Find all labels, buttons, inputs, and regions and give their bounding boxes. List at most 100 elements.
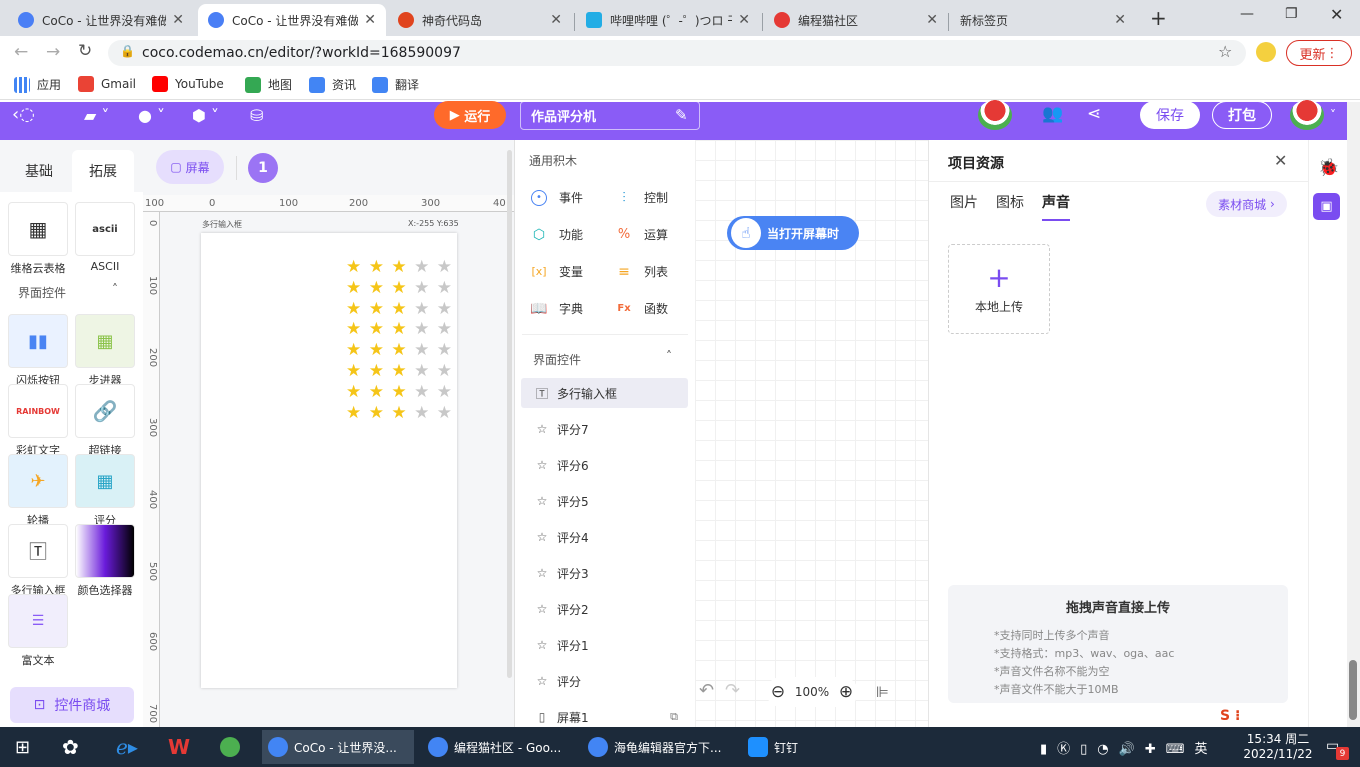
settings-menu-icon[interactable]: ⬢ ˅ [192, 106, 219, 125]
rating-widgets[interactable]: ★ ★ ★ ★ ★ ★ ★ ★ ★ ★ ★ ★ ★ ★ ★ ★ ★ ★ ★ ★ ★ ★ ★ ★ ★ ★ ★ ★ ★ ★ ★ ★ ★ ★ ★ ★ ★ ★ ★ ★ [346, 259, 452, 425]
collapse-chevron-icon[interactable]: ˄ [112, 282, 118, 296]
share-icon[interactable]: ⋖ [1087, 104, 1101, 124]
bookmark-youtube[interactable]: YouTube [152, 76, 224, 92]
layers-icon[interactable]: ⧉ [670, 710, 678, 724]
star-empty-icon[interactable]: ★ [414, 300, 429, 318]
tab-images[interactable]: 图片 [950, 192, 978, 212]
close-tab-icon[interactable]: ✕ [926, 12, 938, 28]
close-tab-icon[interactable]: ✕ [738, 12, 750, 28]
resource-library-icon[interactable]: ▣ [1313, 193, 1340, 220]
update-button[interactable]: 更新 ⋮ [1286, 40, 1352, 66]
star-filled-icon[interactable]: ★ [346, 404, 361, 422]
browser-tab-active[interactable]: CoCo - 让世界没有难做 ✕ [198, 4, 386, 36]
category-function[interactable]: ⬡ 功能 [531, 226, 583, 243]
widget-item[interactable]: ☆ 评分4 [521, 522, 688, 552]
star-empty-icon[interactable]: ★ [437, 362, 452, 380]
star-empty-icon[interactable]: ★ [414, 362, 429, 380]
star-empty-icon[interactable]: ★ [437, 383, 452, 401]
app-icon[interactable]: ✿ [62, 735, 79, 759]
star-filled-icon[interactable]: ★ [346, 342, 361, 359]
star-filled-icon[interactable]: ★ [391, 259, 406, 276]
user-avatar[interactable] [1290, 100, 1324, 130]
widget-item[interactable]: ☆ 评分 [521, 666, 688, 696]
zoom-in-icon[interactable]: ⊕ [839, 682, 853, 702]
component-carousel[interactable]: ✈ 轮播 [8, 454, 68, 528]
back-icon[interactable]: ← [14, 42, 28, 62]
star-empty-icon[interactable]: ★ [414, 321, 429, 338]
save-button[interactable]: 保存 [1140, 101, 1200, 129]
close-tab-icon[interactable]: ✕ [364, 12, 376, 28]
star-empty-icon[interactable]: ★ [414, 404, 429, 422]
restore-icon[interactable]: ❐ [1285, 6, 1298, 22]
collapse-chevron-icon[interactable]: ˄ [666, 349, 672, 363]
align-blocks-icon[interactable]: ⊫ [876, 683, 889, 701]
component-stepper[interactable]: ▦ 步进器 [75, 314, 135, 388]
tab-sounds[interactable]: 声音 [1042, 192, 1070, 221]
bookmark-gmail[interactable]: Gmail [78, 76, 136, 92]
collaborator-avatar[interactable] [978, 100, 1012, 130]
zoom-out-icon[interactable]: ⊖ [771, 682, 785, 702]
collaborate-icon[interactable]: 👥 [1042, 104, 1063, 124]
edit-name-icon[interactable]: ✎ [675, 106, 688, 124]
work-name-field[interactable]: 作品评分机 [520, 101, 700, 130]
star-filled-icon[interactable]: ★ [391, 279, 406, 297]
star-filled-icon[interactable]: ★ [346, 362, 361, 380]
widget-item[interactable]: ☆ 评分6 [521, 450, 688, 480]
reload-icon[interactable]: ↻ [78, 41, 92, 61]
browser-tab[interactable]: CoCo - 让世界没有难做 ✕ [8, 4, 194, 36]
category-control[interactable]: ⫶ 控制 [616, 189, 668, 206]
star-filled-icon[interactable]: ★ [346, 300, 361, 318]
taskbar-item-turtle[interactable]: 海龟编辑器官方下... [582, 730, 734, 764]
coco-logo-icon[interactable]: ‹◌ [12, 104, 35, 125]
star-filled-icon[interactable]: ★ [391, 300, 406, 318]
star-filled-icon[interactable]: ★ [369, 321, 384, 338]
rating-row[interactable]: ★ ★ ★ ★ ★ [346, 342, 452, 359]
star-filled-icon[interactable]: ★ [369, 259, 384, 276]
url-bar[interactable]: coco.codemao.cn/editor/?workId=168590097 [108, 40, 1246, 66]
star-filled-icon[interactable]: ★ [346, 383, 361, 401]
component-ascii[interactable]: ascii ASCII [75, 202, 135, 273]
star-filled-icon[interactable]: ★ [391, 404, 406, 422]
star-filled-icon[interactable]: ★ [391, 383, 406, 401]
browser-tab[interactable]: 编程猫社区 ✕ [764, 4, 948, 36]
minimize-icon[interactable]: — [1240, 6, 1254, 22]
rating-row[interactable]: ★ ★ ★ ★ ★ [346, 404, 452, 422]
bookmark-star-icon[interactable]: ☆ [1218, 42, 1232, 61]
wps-icon[interactable]: W [168, 735, 190, 759]
component-vika-table[interactable]: ▦ 维格云表格 [8, 202, 68, 276]
component-rainbow-text[interactable]: RAINBOW 彩虹文字 [8, 384, 68, 458]
taskbar-item-codemao[interactable]: 编程猫社区 - Goo... [422, 730, 574, 764]
star-empty-icon[interactable]: ★ [414, 279, 429, 297]
star-empty-icon[interactable]: ★ [437, 279, 452, 297]
star-filled-icon[interactable]: ★ [346, 321, 361, 338]
windows-start-icon[interactable]: ⊞ [15, 737, 30, 758]
star-empty-icon[interactable]: ★ [414, 383, 429, 401]
category-event[interactable]: • 事件 [531, 189, 583, 206]
category-functions[interactable]: Fx 函数 [616, 300, 668, 317]
component-hyperlink[interactable]: 🔗 超链接 [75, 384, 135, 458]
close-tab-icon[interactable]: ✕ [1114, 12, 1126, 28]
redo-icon[interactable]: ↷ [725, 680, 740, 701]
widget-item[interactable]: ☆ 评分5 [521, 486, 688, 516]
tab-extension[interactable]: 拓展 [72, 150, 134, 192]
star-filled-icon[interactable]: ★ [346, 279, 361, 297]
rating-row[interactable]: ★ ★ ★ ★ ★ [346, 362, 452, 380]
taskbar-item-coco[interactable]: CoCo - 让世界没... [262, 730, 414, 764]
component-rich-text[interactable]: ☰ 富文本 [8, 594, 68, 668]
app-icon-green[interactable] [220, 737, 240, 757]
browser-tab[interactable]: 哔哩哔哩 (゜-゜)つロ 干 ✕ [576, 4, 760, 36]
undo-icon[interactable]: ↶ [699, 680, 714, 701]
bug-icon[interactable]: 🐞 [1318, 158, 1339, 178]
component-rating[interactable]: ▦ 评分 [75, 454, 135, 528]
star-filled-icon[interactable]: ★ [369, 383, 384, 401]
widget-item[interactable]: ☆ 评分7 [521, 414, 688, 444]
category-dictionary[interactable]: 📖 字典 [530, 300, 583, 317]
rating-row[interactable]: ★ ★ ★ ★ ★ [346, 300, 452, 318]
run-button[interactable]: ▶ 运行 [434, 101, 506, 129]
bookmark-maps[interactable]: 地图 [245, 76, 292, 93]
bookmark-translate[interactable]: 翻译 [372, 76, 419, 93]
star-filled-icon[interactable]: ★ [391, 321, 406, 338]
category-variable[interactable]: [x] 变量 [531, 263, 583, 280]
star-filled-icon[interactable]: ★ [369, 279, 384, 297]
stage-scrollbar[interactable] [507, 150, 512, 678]
